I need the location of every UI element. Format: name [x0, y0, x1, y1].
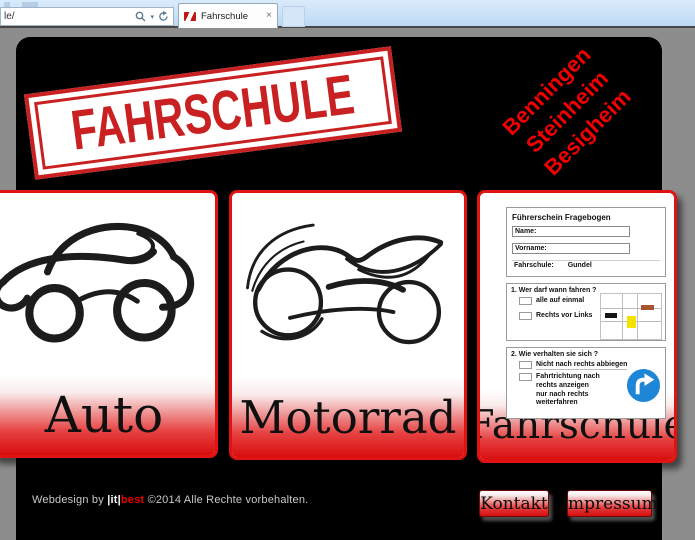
- card-auto-label: Auto: [45, 390, 164, 440]
- question1-box: 1. Wer darf wann fahren ? alle auf einma…: [506, 283, 666, 341]
- tab-close-icon[interactable]: ×: [266, 11, 272, 21]
- search-icon[interactable]: [135, 11, 146, 22]
- yellow-car: [627, 316, 636, 328]
- questionnaire-form: Führerschein Fragebogen Name: Vorname: F…: [506, 207, 666, 419]
- checkbox: [519, 312, 532, 320]
- kontakt-button[interactable]: Kontakt: [479, 490, 549, 517]
- form-title: Führerschein Fragebogen: [512, 213, 660, 222]
- card-fahrschule[interactable]: Führerschein Fragebogen Name: Vorname: F…: [477, 190, 677, 463]
- q1-option1-label: alle auf einmal: [536, 297, 584, 304]
- brand-best: best: [121, 494, 144, 506]
- card-auto[interactable]: Auto: [0, 190, 218, 458]
- form-header-box: Führerschein Fragebogen Name: Vorname: F…: [506, 207, 666, 277]
- card-motorrad[interactable]: Motorrad: [229, 190, 467, 460]
- address-bar[interactable]: le/ ▾: [0, 7, 174, 26]
- question2-box: 2. Wie verhalten sie sich ? Nicht nach r…: [506, 347, 666, 419]
- intersection-diagram: [600, 293, 662, 340]
- checkbox: [519, 361, 532, 369]
- school-value: Gundel: [568, 262, 592, 269]
- card-auto-labelzone: Auto: [0, 375, 215, 455]
- chevron-down-icon[interactable]: ▾: [150, 13, 154, 21]
- webdesign-prefix: Webdesign by: [32, 494, 104, 506]
- motorcycle-sketch-icon: [232, 193, 464, 377]
- question2-title: 2. Wie verhalten sie sich ?: [511, 351, 661, 358]
- name-field: Name:: [512, 226, 630, 237]
- brand-it: |it|: [107, 494, 121, 506]
- kontakt-button-label: Kontakt: [480, 494, 548, 514]
- brown-car: [641, 305, 654, 310]
- refresh-icon[interactable]: [158, 11, 169, 22]
- tab-title: Fahrschule: [201, 11, 261, 22]
- tab-favicon-icon: [184, 12, 196, 21]
- school-label: Fahrschule:: [514, 262, 554, 269]
- impressum-button-label: Impressum: [561, 494, 657, 514]
- screenshot-root: le/ ▾ Fahrschule × FAHRSCHULE Benningen …: [0, 0, 695, 540]
- card-motorrad-label: Motorrad: [239, 395, 456, 440]
- impressum-button[interactable]: Impressum: [567, 490, 652, 517]
- black-car: [605, 313, 617, 318]
- card-motorrad-labelzone: Motorrad: [232, 377, 464, 457]
- new-tab-button[interactable]: [282, 6, 305, 27]
- questionnaire-preview: Führerschein Fragebogen Name: Vorname: F…: [480, 193, 674, 390]
- q2-option1-label: Nicht nach rechts abbiegen: [536, 361, 627, 370]
- footer-credit: Webdesign by |it|best ©2014 Alle Rechte …: [32, 494, 308, 506]
- checkbox: [519, 297, 532, 305]
- turn-right-sign-icon: [626, 368, 661, 403]
- checkbox: [519, 373, 532, 381]
- copyright-text: ©2014 Alle Rechte vorbehalten.: [148, 494, 309, 506]
- q2-option2-label: Fahrtrichtung nach rechts anzeigen nur n…: [536, 373, 600, 408]
- vorname-field: Vorname:: [512, 243, 630, 254]
- car-sketch-icon: [0, 193, 215, 375]
- browser-tab-fahrschule[interactable]: Fahrschule ×: [178, 3, 278, 28]
- q1-option2-label: Rechts vor Links: [536, 312, 592, 319]
- browser-chrome: le/ ▾ Fahrschule ×: [0, 0, 695, 28]
- url-text[interactable]: le/: [1, 11, 135, 22]
